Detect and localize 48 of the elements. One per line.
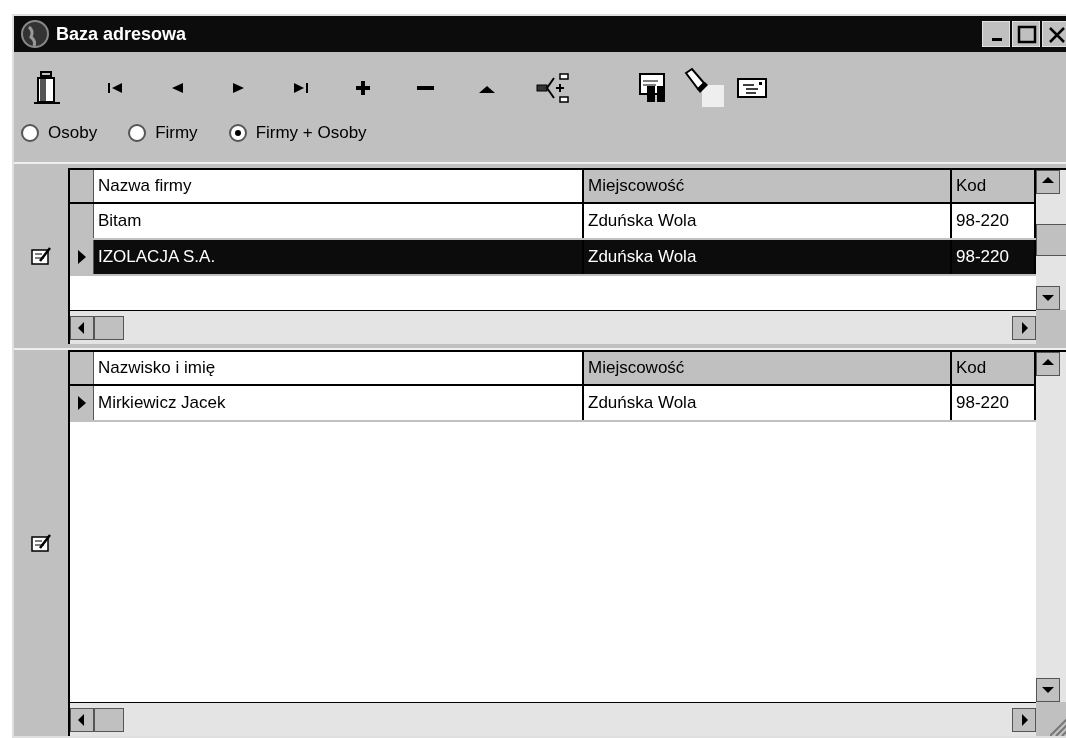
envelope-icon[interactable] — [736, 76, 768, 100]
vertical-scrollbar[interactable] — [1036, 170, 1066, 310]
table-cell: Zduńska Wola — [584, 386, 952, 420]
horizontal-scrollbar[interactable] — [70, 310, 1036, 344]
radio-option[interactable]: Firmy — [127, 120, 198, 146]
scroll-left-button[interactable] — [70, 315, 94, 340]
maximize-button[interactable] — [1012, 21, 1040, 47]
radio-button[interactable] — [127, 122, 148, 143]
scroll-thumb[interactable] — [94, 315, 124, 340]
table-row[interactable]: Mirkiewicz Jacek Zduńska Wola 98-220 — [70, 386, 1036, 422]
edit-form-icon — [30, 245, 52, 267]
table-row[interactable]: IZOLACJA S.A. Zduńska Wola 98-220 — [70, 240, 1036, 276]
exit-door-icon[interactable] — [32, 70, 62, 106]
table-cell: IZOLACJA S.A. — [94, 240, 584, 274]
table-cell: Mirkiewicz Jacek — [94, 386, 584, 420]
scroll-down-button[interactable] — [1036, 286, 1060, 310]
scroll-up-button[interactable] — [1036, 352, 1060, 376]
minimize-button[interactable] — [982, 21, 1010, 47]
scroll-up-button[interactable] — [1036, 170, 1060, 194]
close-button[interactable] — [1042, 21, 1066, 47]
scroll-left-button[interactable] — [70, 707, 94, 732]
column-header[interactable]: Nazwisko i imię — [94, 352, 584, 384]
scroll-down-button[interactable] — [1036, 678, 1060, 702]
radio-button[interactable] — [20, 122, 40, 143]
row-indicator[interactable] — [70, 386, 94, 420]
globe-icon — [20, 19, 50, 49]
edit-form-icon — [30, 532, 52, 554]
scroll-thumb[interactable] — [94, 707, 124, 732]
scroll-thumb[interactable] — [1036, 224, 1066, 256]
scroll-right-button[interactable] — [1012, 707, 1036, 732]
resize-grip-icon[interactable] — [1050, 716, 1066, 736]
tree-branch-icon[interactable] — [536, 72, 570, 104]
table-cell: Zduńska Wola — [584, 204, 952, 238]
scroll-right-button[interactable] — [1012, 315, 1036, 340]
radio-button[interactable] — [227, 122, 248, 143]
window-title: Baza adresowa — [56, 22, 188, 46]
radio-option[interactable]: Osoby — [20, 120, 98, 146]
current-row-icon — [76, 395, 87, 411]
current-row-icon — [76, 249, 87, 265]
column-header[interactable]: Nazwa firmy — [94, 170, 584, 202]
flashlight-icon[interactable] — [682, 67, 724, 109]
table-row[interactable]: Bitam Zduńska Wola 98-220 — [70, 204, 1036, 240]
vertical-scrollbar[interactable] — [1036, 352, 1066, 702]
row-indicator[interactable] — [70, 240, 94, 274]
table-cell: Zduńska Wola — [584, 240, 952, 274]
horizontal-scrollbar[interactable] — [70, 702, 1036, 736]
table-cell: Bitam — [94, 204, 584, 238]
radio-option[interactable]: Firmy + Osoby — [227, 120, 367, 146]
